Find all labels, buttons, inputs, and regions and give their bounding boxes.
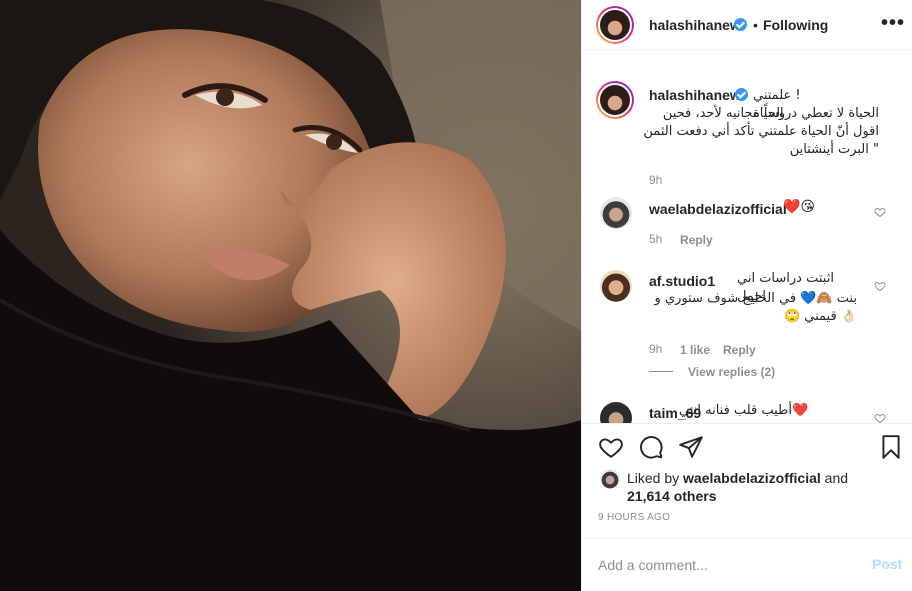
comment-like-heart-icon[interactable] [874, 412, 886, 423]
comment-text: ❤️أطيب قلب فنانه انتي [679, 403, 809, 418]
separator-dot: • [753, 17, 758, 33]
caption-avatar[interactable] [596, 81, 634, 119]
comment-icon[interactable] [638, 434, 664, 460]
verified-badge-icon [734, 18, 747, 31]
comment-like-heart-icon[interactable] [874, 206, 886, 218]
comment-avatar[interactable] [600, 270, 632, 302]
add-comment-bar: Post [582, 538, 912, 591]
likes-text[interactable]: Liked by waelabdelazizofficial and 21,614… [627, 469, 897, 505]
comment-username[interactable]: af.studio1 [649, 273, 715, 289]
portrait-image [0, 0, 581, 591]
likes-summary: Liked by waelabdelazizofficial and 21,614… [582, 465, 912, 507]
caption-time[interactable]: 9h [649, 173, 662, 187]
comment-text: بنت 🙈💙 في الخليج شوف ستوري و 👌🏻 قيمني 🙄 [654, 291, 857, 324]
caption-username[interactable]: halashihanew [649, 87, 741, 103]
reply-button[interactable]: Reply [723, 343, 756, 357]
comment-time[interactable]: 5h [649, 232, 662, 246]
liker-avatar[interactable] [600, 469, 620, 489]
comment-time[interactable]: 9h [649, 342, 662, 356]
likes-count[interactable]: 21,614 others [627, 488, 717, 504]
view-replies-button[interactable]: View replies (2) [688, 365, 775, 379]
following-button[interactable]: Following [763, 17, 828, 33]
post-header: halashihanew • Following ••• [582, 0, 912, 50]
comment-likes-count[interactable]: 1 like [680, 343, 710, 357]
comment-avatar[interactable] [600, 402, 632, 423]
action-bar [582, 423, 912, 469]
caption-text: الحياة لا تعطي دروساً مجانيه لأحد، فحين … [643, 106, 879, 157]
comment-username[interactable]: waelabdelazizofficial [649, 201, 787, 217]
author-username[interactable]: halashihanew [649, 17, 741, 33]
post-photo[interactable] [0, 0, 581, 591]
reply-button[interactable]: Reply [680, 233, 713, 247]
post-button[interactable]: Post [872, 556, 902, 572]
comments-list[interactable]: halashihanew ! علمتني الحياة الحياة لا ت… [582, 51, 912, 423]
post-timestamp[interactable]: 9 HOURS AGO [598, 512, 670, 523]
comment-input[interactable] [598, 554, 848, 576]
view-replies-line [649, 371, 673, 372]
share-icon[interactable] [678, 434, 704, 460]
liker-username[interactable]: waelabdelazizofficial [683, 470, 821, 486]
author-avatar[interactable] [596, 6, 634, 44]
comment-text: ❤️😘 [783, 198, 816, 214]
more-horizontal-icon[interactable]: ••• [881, 13, 905, 33]
bookmark-icon[interactable] [878, 434, 904, 460]
comment-avatar[interactable] [600, 197, 632, 229]
comment-like-heart-icon[interactable] [874, 280, 886, 292]
post-panel: halashihanew • Following ••• halashihane… [581, 0, 912, 591]
heart-icon[interactable] [598, 434, 624, 460]
verified-badge-icon [735, 88, 748, 101]
